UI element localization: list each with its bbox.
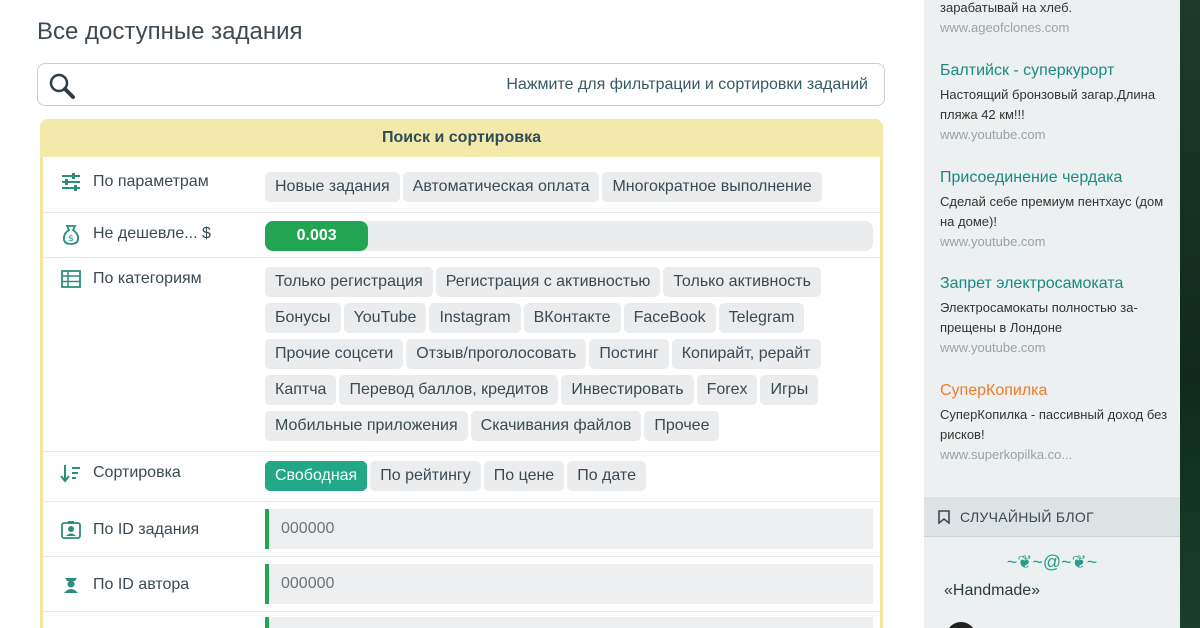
row-params: По параметрам Новые задания Автоматическа… — [43, 157, 880, 213]
price-slider-fill[interactable]: 0.003 — [265, 221, 369, 251]
ad-title[interactable]: СуперКопилка — [940, 382, 1176, 400]
ad-ageofclones[interactable]: зарабатывай на хлеб. www.ageofclones.com — [940, 0, 1176, 38]
category-chip[interactable]: Только регистрация — [265, 267, 433, 297]
task-id-label: По ID задания — [93, 521, 200, 538]
category-chip[interactable]: Telegram — [718, 303, 805, 333]
category-chip[interactable]: Постинг — [589, 339, 669, 369]
price-slider[interactable]: 0.003 — [265, 221, 873, 251]
search-icon — [49, 73, 75, 99]
categories-label: По категориям — [93, 270, 202, 287]
category-chip[interactable]: Перевод баллов, кредитов — [339, 375, 559, 405]
category-chip[interactable]: Бонусы — [265, 303, 341, 333]
category-chip[interactable]: Прочие соцсети — [265, 339, 404, 369]
row-price: $ Не дешевле... $ 0.003 — [43, 213, 880, 258]
ad-title[interactable]: Присоединение чердака — [940, 169, 1176, 187]
category-chip[interactable]: Прочее — [644, 411, 720, 441]
category-chip[interactable]: Копирайт, рерайт — [671, 339, 821, 369]
chip-new-tasks[interactable]: Новые задания — [265, 172, 400, 202]
category-chip[interactable]: Instagram — [429, 303, 521, 333]
category-chip[interactable]: Регистрация с активностью — [435, 267, 661, 297]
filter-search-bar[interactable]: Нажмите для фильтрации и сортировки зада… — [37, 63, 885, 106]
ad-url[interactable]: www.superkopilka.co... — [940, 445, 1176, 465]
ad-desc: Настоящий бронзовый загар.Длина пляжа 42… — [940, 87, 1156, 122]
filter-hint-text: Нажмите для фильтрации и сортировки зада… — [506, 76, 868, 93]
ad-url[interactable]: www.youtube.com — [940, 338, 1176, 358]
sort-label: Сортировка — [93, 464, 181, 481]
category-chip[interactable]: ВКонтакте — [523, 303, 621, 333]
categories-chips: Только регистрация Регистрация с активнос… — [265, 267, 877, 447]
row-categories: По категориям Только регистрация Регистра… — [43, 258, 880, 452]
category-chip[interactable]: YouTube — [343, 303, 427, 333]
ad-baltiysk[interactable]: Балтийск - суперкурорт Настоящий бронзов… — [940, 62, 1176, 145]
page-edge-background — [1180, 0, 1200, 628]
sliders-icon — [62, 173, 80, 191]
ad-desc: СуперКопилка - пассивный доход без риско… — [940, 407, 1168, 442]
params-label: По параметрам — [93, 173, 209, 190]
sort-chip[interactable]: По дате — [567, 461, 646, 491]
category-chip[interactable]: FaceBook — [623, 303, 716, 333]
ad-url[interactable]: www.youtube.com — [940, 232, 1176, 252]
chip-multiple[interactable]: Многократное выполнение — [602, 172, 822, 202]
category-chip[interactable]: Только активность — [663, 267, 821, 297]
price-label: Не дешевле... $ — [93, 225, 211, 242]
main-content: Все доступные задания Нажмите для фильтр… — [0, 0, 924, 628]
search-sort-panel: Поиск и сортировка По параметрам Новые з… — [40, 119, 883, 628]
row-author-id: По ID автора 000000 — [43, 557, 880, 612]
random-blog-header: СЛУЧАЙНЫЙ БЛОГ — [924, 497, 1180, 537]
ad-title[interactable]: Запрет электросамоката — [940, 275, 1176, 293]
sort-chip[interactable]: По цене — [483, 461, 565, 491]
category-chip[interactable]: Скачивания файлов — [470, 411, 642, 441]
ad-scooter[interactable]: Запрет электросамоката Электросамокаты п… — [940, 275, 1176, 358]
ad-title[interactable]: Балтийск - суперкурорт — [940, 62, 1176, 80]
ad-attic[interactable]: Присоединение чердака Сделай себе премиу… — [940, 169, 1176, 252]
ad-url[interactable]: www.ageofclones.com — [940, 18, 1176, 38]
svg-text:$: $ — [68, 234, 74, 244]
ad-superkopilka[interactable]: СуперКопилка СуперКопилка - пассивный до… — [940, 382, 1176, 465]
ad-desc: зарабатывай на хлеб. — [940, 0, 1073, 15]
author-id-input[interactable]: 000000 — [265, 564, 873, 604]
sort-chip-active[interactable]: Свободная — [265, 461, 368, 491]
params-chips: Новые задания Автоматическая оплата Многок… — [265, 172, 877, 208]
author-icon — [64, 578, 78, 593]
category-chip[interactable]: Forex — [696, 375, 758, 405]
category-chip[interactable]: Мобильные приложения — [265, 411, 468, 441]
money-bag-icon: $ — [62, 225, 80, 245]
blog-ornament: ~❦~@~❦~ — [1006, 552, 1098, 572]
chip-auto-pay[interactable]: Автоматическая оплата — [402, 172, 600, 202]
blog-name-link[interactable]: «Handmade» — [944, 582, 1040, 600]
id-card-icon — [61, 521, 81, 539]
sort-chip[interactable]: По рейтингу — [370, 461, 481, 491]
category-chip[interactable]: Отзыв/проголосовать — [406, 339, 587, 369]
ad-desc: Электросамокаты полностью за-прещены в Л… — [940, 300, 1138, 335]
author-id-label: По ID автора — [93, 576, 190, 593]
ad-desc: Сделай себе премиум пентхаус (дом на дом… — [940, 194, 1164, 229]
category-chip[interactable]: Игры — [760, 375, 819, 405]
panel-title: Поиск и сортировка — [40, 119, 883, 157]
sort-chips: Свободная По рейтингу По цене По дате — [265, 461, 877, 497]
bookmark-icon — [938, 510, 950, 524]
category-chip[interactable]: Каптча — [265, 375, 337, 405]
task-id-input[interactable]: 000000 — [265, 509, 873, 549]
category-chip[interactable]: Инвестировать — [561, 375, 694, 405]
row-sort: Сортировка Свободная По рейтингу По цене По… — [43, 452, 880, 502]
table-icon — [61, 270, 81, 288]
ad-url[interactable]: www.youtube.com — [940, 125, 1176, 145]
page-title: Все доступные задания — [37, 18, 303, 45]
row-task-id: По ID задания 000000 — [43, 502, 880, 557]
next-field[interactable] — [265, 617, 873, 628]
sort-icon — [60, 465, 80, 483]
random-blog-title: СЛУЧАЙНЫЙ БЛОГ — [960, 509, 1094, 525]
